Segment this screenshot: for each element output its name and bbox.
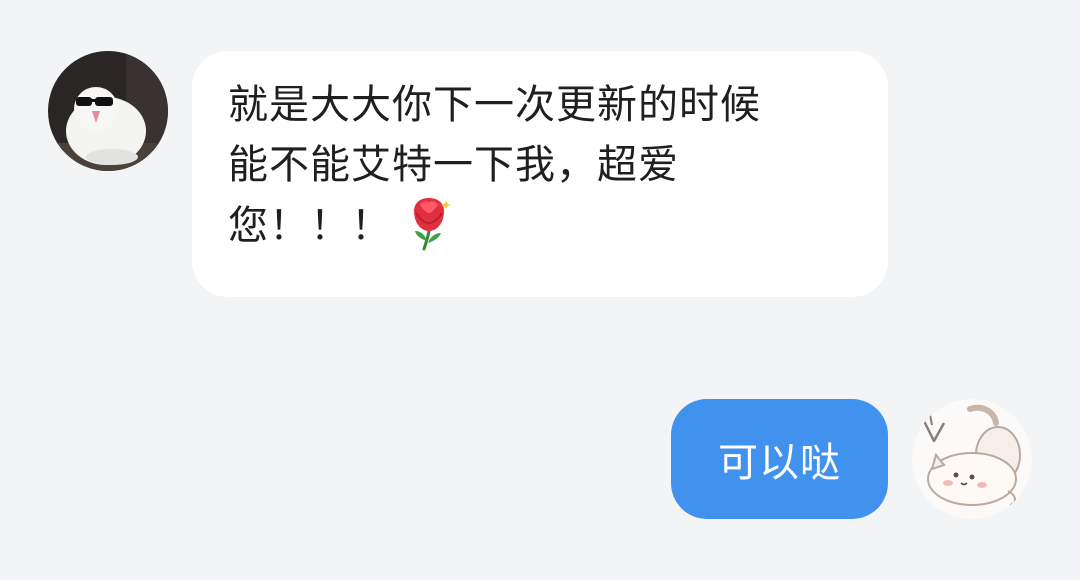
message-line: 您！！！ [228,195,850,256]
incoming-message-text: 就是大大你下一次更新的时候 能不能艾特一下我，超爱 您！！！ [228,75,850,256]
rose-emoji-icon [406,195,452,251]
message-line-text: 您！！！ [228,203,392,249]
self-avatar[interactable] [912,399,1032,519]
contact-avatar[interactable] [48,51,168,171]
message-line: 能不能艾特一下我，超爱 [228,142,679,188]
outgoing-message-text: 可以哒 [718,440,841,486]
message-line: 就是大大你下一次更新的时候 [228,82,761,128]
cat-sticker-icon [912,399,1032,519]
incoming-message-bubble[interactable]: 就是大大你下一次更新的时候 能不能艾特一下我，超爱 您！！！ [192,51,888,297]
sunglasses-bird-icon [48,51,168,171]
outgoing-message-bubble[interactable]: 可以哒 [671,399,888,519]
chat-thread: 就是大大你下一次更新的时候 能不能艾特一下我，超爱 您！！！ 可以哒 [0,0,1080,580]
